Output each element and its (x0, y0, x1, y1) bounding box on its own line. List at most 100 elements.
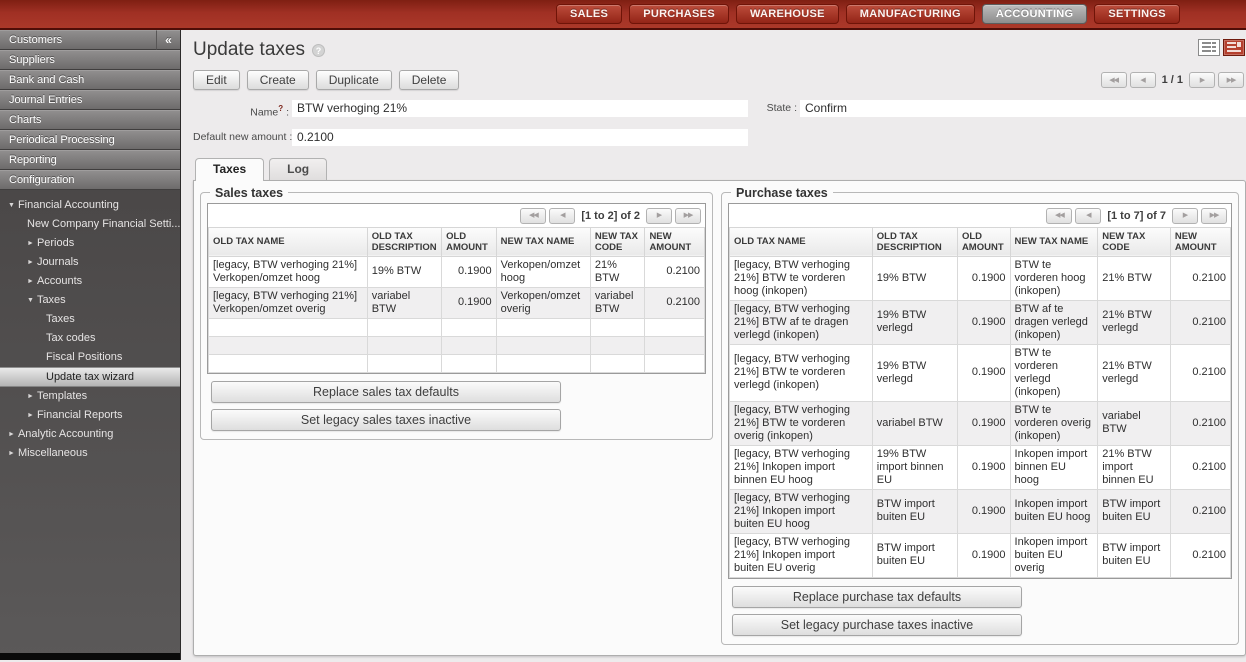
default-new-amount-field: 0.2100 (292, 129, 748, 146)
column-header: OLD AMOUNT (442, 227, 497, 256)
sidebar-item-new-company-financial-settings[interactable]: New Company Financial Setti... (0, 215, 180, 234)
table-row[interactable]: [legacy, BTW verhoging 21%] BTW te vorde… (730, 401, 1231, 445)
last-record-button[interactable]: ▶▶ (1218, 72, 1244, 88)
sidebar-item-fiscal-positions[interactable]: Fiscal Positions (0, 348, 180, 367)
set-legacy-sales-taxes-inactive-button[interactable]: Set legacy sales taxes inactive (211, 409, 561, 431)
old-amount-cell (442, 354, 497, 372)
new-tax-name-cell: BTW te vorderen overig (inkopen) (1010, 401, 1098, 445)
old-amount-cell: 0.1900 (957, 300, 1010, 344)
new-tax-name-cell (496, 354, 590, 372)
first-record-button[interactable]: ◀◀ (1101, 72, 1127, 88)
old-tax-description-cell: BTW import buiten EU (872, 533, 957, 577)
sidebar-collapse-button[interactable]: « (156, 30, 180, 50)
sales-pager-range: [1 to 2] of 2 (578, 210, 643, 222)
table-row[interactable] (209, 336, 705, 354)
old-tax-name-cell: [legacy, BTW verhoging 21%] Verkopen/omz… (209, 256, 368, 287)
sidebar-section-suppliers[interactable]: Suppliers (0, 50, 180, 70)
new-tax-code-cell (590, 354, 645, 372)
sidebar-item-miscellaneous[interactable]: ►Miscellaneous (0, 444, 180, 463)
previous-record-button[interactable]: ◀ (1130, 72, 1156, 88)
purchase-taxes-table: OLD TAX NAMEOLD TAX DESCRIPTIONOLD AMOUN… (729, 227, 1231, 578)
tab-taxes[interactable]: Taxes (195, 158, 264, 181)
sidebar-section-configuration[interactable]: Configuration (0, 170, 180, 190)
column-header: NEW AMOUNT (645, 227, 705, 256)
sidebar-item-taxes[interactable]: ▼Taxes (0, 291, 180, 310)
tree-item-label: Financial Accounting (18, 199, 119, 211)
old-tax-name-cell (209, 336, 368, 354)
table-row[interactable]: [legacy, BTW verhoging 21%] Verkopen/omz… (209, 287, 705, 318)
sidebar-item-financial-accounting[interactable]: ▼Financial Accounting (0, 196, 180, 215)
new-tax-code-cell: variabel BTW (1098, 401, 1171, 445)
table-row[interactable]: [legacy, BTW verhoging 21%] Inkopen impo… (730, 489, 1231, 533)
last-page-button[interactable]: ▶▶ (675, 208, 701, 224)
replace-sales-tax-defaults-button[interactable]: Replace sales tax defaults (211, 381, 561, 403)
state-field: Confirm (800, 100, 1246, 117)
new-tax-code-cell: 21% BTW verlegd (1098, 344, 1171, 401)
table-row[interactable]: [legacy, BTW verhoging 21%] BTW af te dr… (730, 300, 1231, 344)
tree-arrow-icon: ► (8, 425, 15, 444)
sidebar-item-accounts[interactable]: ►Accounts (0, 272, 180, 291)
form-view-icon[interactable] (1223, 39, 1245, 56)
last-page-button[interactable]: ▶▶ (1201, 208, 1227, 224)
next-page-button[interactable]: ▶ (1172, 208, 1198, 224)
tree-item-label: Accounts (37, 275, 82, 287)
first-page-button[interactable]: ◀◀ (1046, 208, 1072, 224)
menu-sales[interactable]: SALES (556, 4, 622, 24)
table-row[interactable] (209, 318, 705, 336)
old-amount-cell: 0.1900 (957, 256, 1010, 300)
table-row[interactable]: [legacy, BTW verhoging 21%] BTW te vorde… (730, 256, 1231, 300)
tab-log[interactable]: Log (269, 158, 327, 180)
edit-button[interactable]: Edit (193, 70, 240, 90)
first-page-button[interactable]: ◀◀ (520, 208, 546, 224)
sidebar-section-journal-entries[interactable]: Journal Entries (0, 90, 180, 110)
old-tax-description-cell: variabel BTW (872, 401, 957, 445)
previous-page-button[interactable]: ◀ (549, 208, 575, 224)
tree-item-label: Taxes (37, 294, 66, 306)
old-tax-name-cell: [legacy, BTW verhoging 21%] Inkopen impo… (730, 489, 873, 533)
sidebar-section-reporting[interactable]: Reporting (0, 150, 180, 170)
column-header: NEW AMOUNT (1170, 227, 1230, 256)
table-row[interactable]: [legacy, BTW verhoging 21%] Verkopen/omz… (209, 256, 705, 287)
sidebar-section-bank-and-cash[interactable]: Bank and Cash (0, 70, 180, 90)
sidebar-item-taxes-list[interactable]: Taxes (0, 310, 180, 329)
tree-item-label: Miscellaneous (18, 447, 88, 459)
replace-purchase-tax-defaults-button[interactable]: Replace purchase tax defaults (732, 586, 1022, 608)
table-row[interactable] (209, 354, 705, 372)
table-row[interactable]: [legacy, BTW verhoging 21%] BTW te vorde… (730, 344, 1231, 401)
state-label: State : (751, 100, 797, 122)
sidebar-section-periodical-processing[interactable]: Periodical Processing (0, 130, 180, 150)
sidebar-section-customers[interactable]: Customers (0, 30, 180, 50)
sidebar-item-tax-codes[interactable]: Tax codes (0, 329, 180, 348)
sidebar-item-analytic-accounting[interactable]: ►Analytic Accounting (0, 425, 180, 444)
set-legacy-purchase-taxes-inactive-button[interactable]: Set legacy purchase taxes inactive (732, 614, 1022, 636)
old-tax-description-cell: 19% BTW (367, 256, 441, 287)
next-page-button[interactable]: ▶ (646, 208, 672, 224)
sidebar-sections: Customers Suppliers Bank and Cash Journa… (0, 30, 180, 190)
delete-button[interactable]: Delete (399, 70, 460, 90)
tree-item-label: Update tax wizard (46, 371, 134, 383)
table-row[interactable]: [legacy, BTW verhoging 21%] Inkopen impo… (730, 533, 1231, 577)
old-amount-cell (442, 318, 497, 336)
sidebar-item-templates[interactable]: ►Templates (0, 387, 180, 406)
menu-settings[interactable]: SETTINGS (1094, 4, 1179, 24)
previous-page-button[interactable]: ◀ (1075, 208, 1101, 224)
sidebar-item-periods[interactable]: ►Periods (0, 234, 180, 253)
create-button[interactable]: Create (247, 70, 309, 90)
sidebar-item-financial-reports[interactable]: ►Financial Reports (0, 406, 180, 425)
next-record-button[interactable]: ▶ (1189, 72, 1215, 88)
menu-accounting[interactable]: ACCOUNTING (982, 4, 1088, 24)
sidebar-item-update-tax-wizard[interactable]: Update tax wizard (0, 367, 180, 387)
list-view-icon[interactable] (1198, 39, 1220, 56)
new-amount-cell (645, 318, 705, 336)
menu-purchases[interactable]: PURCHASES (629, 4, 729, 24)
tree-item-label: Analytic Accounting (18, 428, 113, 440)
duplicate-button[interactable]: Duplicate (316, 70, 392, 90)
sidebar-item-journals[interactable]: ►Journals (0, 253, 180, 272)
menu-manufacturing[interactable]: MANUFACTURING (846, 4, 975, 24)
sidebar-section-charts[interactable]: Charts (0, 110, 180, 130)
sales-taxes-table: OLD TAX NAMEOLD TAX DESCRIPTIONOLD AMOUN… (208, 227, 705, 373)
menu-warehouse[interactable]: WAREHOUSE (736, 4, 839, 24)
taxes-tab-panel: Sales taxes ◀◀ ◀ [1 to 2] of 2 ▶ ▶▶ (193, 180, 1246, 656)
table-row[interactable]: [legacy, BTW verhoging 21%] Inkopen impo… (730, 445, 1231, 489)
new-tax-name-cell: Inkopen import buiten EU overig (1010, 533, 1098, 577)
